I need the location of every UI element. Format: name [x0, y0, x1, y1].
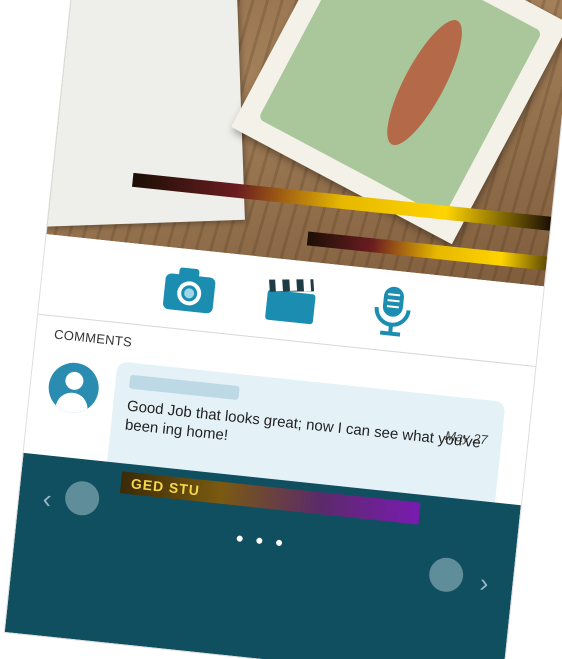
camera-button[interactable]	[159, 261, 220, 319]
avatar-head	[64, 370, 85, 391]
student-avatar-icon	[427, 556, 465, 594]
commenter-name-redacted	[128, 374, 240, 401]
avatar-body	[54, 391, 90, 416]
more-options-button[interactable]: • • •	[234, 526, 288, 557]
video-clapperboard-icon	[265, 278, 316, 325]
student-avatar-icon	[63, 479, 101, 517]
app-screen: COMMENTS May 27 Good Job that looks grea…	[4, 0, 562, 659]
comment-text: Good Job that looks great; now I can see…	[124, 397, 482, 452]
next-student-button[interactable]: ›	[427, 556, 490, 598]
device-screenshot: COMMENTS May 27 Good Job that looks grea…	[0, 0, 562, 659]
previous-student-button[interactable]: ‹	[41, 477, 104, 519]
audio-button[interactable]	[362, 282, 423, 340]
video-button[interactable]	[260, 271, 321, 329]
chevron-left-icon: ‹	[41, 483, 54, 515]
commenter-avatar	[46, 360, 102, 416]
camera-icon	[163, 267, 216, 314]
chevron-right-icon: ›	[478, 567, 491, 599]
comments-title: COMMENTS	[53, 326, 133, 350]
microphone-icon	[374, 286, 411, 337]
